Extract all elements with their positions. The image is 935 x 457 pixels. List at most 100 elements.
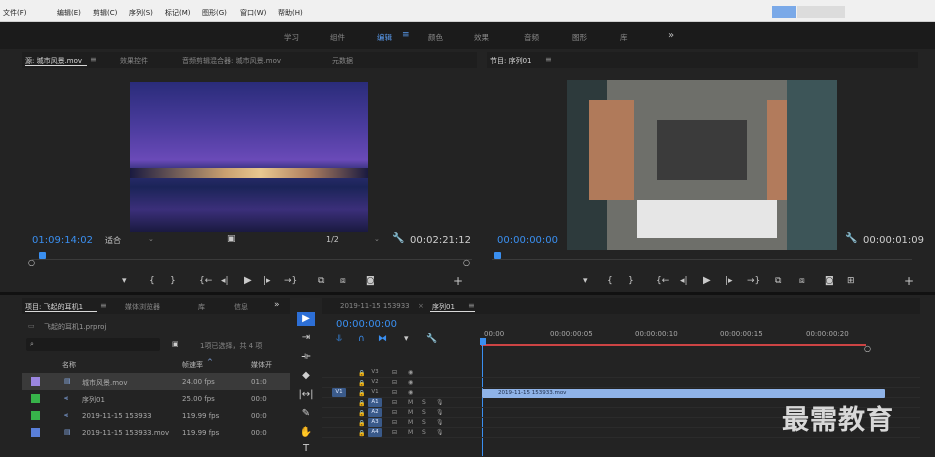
program-timeline-ruler[interactable] xyxy=(492,248,912,260)
selection-tool-icon[interactable]: ▶ xyxy=(297,312,315,326)
microphone-icon[interactable]: 🎙 xyxy=(436,409,444,416)
go-to-in-icon[interactable]: {← xyxy=(199,276,212,286)
new-bin-icon[interactable]: ▣ xyxy=(172,340,179,348)
mute-button[interactable]: M xyxy=(408,429,413,436)
project-item-row[interactable]: ▤ 2019-11-15 153933.mov 119.99 fps 00:0 xyxy=(22,424,290,441)
camera-icon[interactable]: ◙ xyxy=(366,276,375,286)
menu-graphics[interactable]: 图形(G) xyxy=(202,8,227,18)
tab-metadata[interactable]: 元数据 xyxy=(332,56,353,66)
extract-icon[interactable]: ⧈ xyxy=(799,276,805,286)
sync-lock-icon[interactable]: ⊟ xyxy=(392,409,397,416)
microphone-icon[interactable]: 🎙 xyxy=(436,399,444,406)
column-name[interactable]: 名称 xyxy=(62,360,76,370)
workspace-color[interactable]: 颜色 xyxy=(428,32,443,43)
project-item-row[interactable]: ⫷ 2019-11-15 153933 119.99 fps 00:0 xyxy=(22,407,290,424)
search-input[interactable]: ⌕ xyxy=(26,338,160,351)
more-workspaces-button[interactable]: » xyxy=(668,30,674,41)
workspace-effects[interactable]: 效果 xyxy=(474,32,489,43)
tab-audio-mixer[interactable]: 音频剪辑混合器: 城市风景.mov xyxy=(182,56,281,66)
mute-button[interactable]: M xyxy=(408,409,413,416)
tab-libraries[interactable]: 库 xyxy=(198,302,205,312)
panel-menu-icon[interactable]: ≡ xyxy=(545,55,552,64)
sync-lock-icon[interactable]: ⊟ xyxy=(392,369,397,376)
slip-tool-icon[interactable]: |↔| xyxy=(297,388,315,402)
track-label[interactable]: V1 xyxy=(368,388,382,397)
workspace-audio[interactable]: 音频 xyxy=(524,32,539,43)
ripple-edit-tool-icon[interactable]: ⟛ xyxy=(297,350,315,364)
add-marker-icon[interactable]: ▾ xyxy=(404,334,409,344)
label-color-swatch[interactable] xyxy=(31,394,40,403)
workspace-libraries[interactable]: 库 xyxy=(620,32,628,43)
add-button[interactable]: + xyxy=(904,274,914,288)
track-label[interactable]: A4 xyxy=(368,428,382,437)
lock-icon[interactable]: 🔒 xyxy=(358,430,365,437)
project-item-row[interactable]: ▤ 城市风景.mov 24.00 fps 01:0 xyxy=(22,373,290,390)
wrench-icon[interactable]: 🔧 xyxy=(426,334,437,344)
mute-button[interactable]: M xyxy=(408,399,413,406)
workspace-editing[interactable]: 编辑 xyxy=(377,32,392,43)
tab-effect-controls[interactable]: 效果控件 xyxy=(120,56,148,66)
sync-lock-icon[interactable]: ⊟ xyxy=(392,379,397,386)
solo-button[interactable]: S xyxy=(422,429,426,436)
zoom-handle-icon[interactable]: ○ xyxy=(463,258,470,267)
eye-icon[interactable]: ◉ xyxy=(408,379,413,386)
chevron-down-icon[interactable]: ⌄ xyxy=(148,235,154,243)
zoom-handle-icon[interactable]: ○ xyxy=(28,258,35,267)
track-label[interactable]: V2 xyxy=(368,378,382,387)
label-color-swatch[interactable] xyxy=(31,411,40,420)
lock-icon[interactable]: 🔒 xyxy=(358,390,365,397)
lock-icon[interactable]: 🔒 xyxy=(358,410,365,417)
column-media-start[interactable]: 媒体开 xyxy=(251,360,272,370)
mark-in-icon[interactable]: { xyxy=(607,276,613,286)
video-clip[interactable]: 2019-11-15 153933.mov xyxy=(482,389,885,398)
step-back-icon[interactable]: ◂| xyxy=(680,276,688,286)
menu-help[interactable]: 帮助(H) xyxy=(278,8,303,18)
source-timecode[interactable]: 01:09:14:02 xyxy=(32,235,93,246)
mark-out-icon[interactable]: } xyxy=(170,276,176,286)
source-playhead[interactable] xyxy=(39,252,46,259)
pen-tool-icon[interactable]: ✎ xyxy=(297,407,315,421)
tab-info[interactable]: 信息 xyxy=(234,302,248,312)
workspace-graphics[interactable]: 图形 xyxy=(572,32,587,43)
hamburger-icon[interactable]: ≡ xyxy=(402,30,410,40)
wrench-icon[interactable]: 🔧 xyxy=(392,233,404,244)
mark-out-icon[interactable]: } xyxy=(628,276,634,286)
menu-edit[interactable]: 编辑(E) xyxy=(57,8,81,18)
source-timeline-ruler[interactable] xyxy=(32,248,472,260)
solo-button[interactable]: S xyxy=(422,399,426,406)
source-patch-v1[interactable]: V1 xyxy=(332,388,346,397)
step-forward-icon[interactable]: |▸ xyxy=(263,276,271,286)
menu-sequence[interactable]: 序列(S) xyxy=(129,8,153,18)
menu-clip[interactable]: 剪辑(C) xyxy=(93,8,117,18)
add-marker-icon[interactable]: ▾ xyxy=(122,276,127,286)
work-area-bar[interactable] xyxy=(481,344,866,346)
close-button[interactable] xyxy=(821,6,845,18)
tab-sequence-2019[interactable]: 2019-11-15 153933 xyxy=(340,302,410,310)
add-marker-icon[interactable]: ▾ xyxy=(583,276,588,286)
panel-menu-icon[interactable]: ≡ xyxy=(90,55,97,64)
sync-lock-icon[interactable]: ⊟ xyxy=(392,389,397,396)
overwrite-icon[interactable]: ⧈ xyxy=(340,276,346,286)
go-to-out-icon[interactable]: →} xyxy=(747,276,760,286)
sort-asc-icon[interactable]: ^ xyxy=(207,358,213,366)
label-color-swatch[interactable] xyxy=(31,428,40,437)
sync-lock-icon[interactable]: ⊟ xyxy=(392,429,397,436)
fit-dropdown[interactable]: 适合 xyxy=(105,235,121,246)
menu-file[interactable]: 文件(F) xyxy=(3,8,27,18)
camera-icon[interactable]: ◙ xyxy=(825,276,834,286)
workspace-learn[interactable]: 学习 xyxy=(284,32,299,43)
insert-icon[interactable]: ⧉ xyxy=(318,276,324,286)
minimize-button[interactable] xyxy=(772,6,796,18)
sync-lock-icon[interactable]: ⊟ xyxy=(392,399,397,406)
timeline-timecode[interactable]: 00:00:00:00 xyxy=(336,319,397,330)
program-playhead[interactable] xyxy=(494,252,501,259)
microphone-icon[interactable]: 🎙 xyxy=(436,419,444,426)
go-to-in-icon[interactable]: {← xyxy=(656,276,669,286)
play-icon[interactable]: ▶ xyxy=(703,275,711,286)
lock-icon[interactable]: 🔒 xyxy=(358,400,365,407)
lock-icon[interactable]: 🔒 xyxy=(358,380,365,387)
lock-icon[interactable]: 🔒 xyxy=(358,370,365,377)
step-forward-icon[interactable]: |▸ xyxy=(725,276,733,286)
comparison-view-icon[interactable]: ⊞ xyxy=(847,276,855,286)
snap-icon[interactable]: ∩ xyxy=(358,334,365,344)
